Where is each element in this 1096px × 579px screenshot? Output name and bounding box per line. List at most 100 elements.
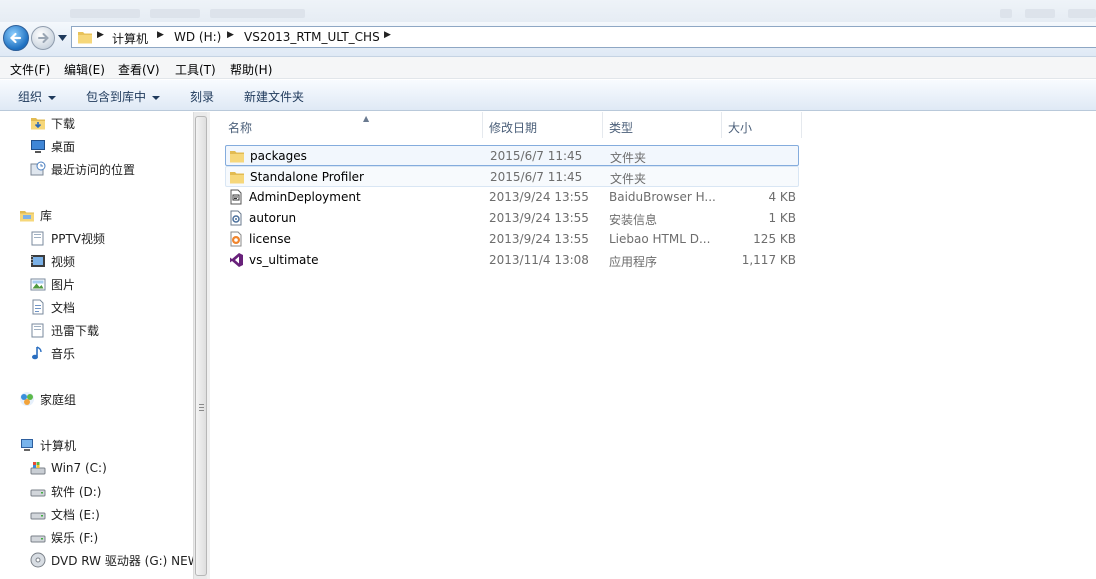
file-row-packages[interactable]: packages 2015/6/7 11:45 文件夹 bbox=[225, 145, 799, 166]
downloads-folder-icon bbox=[31, 118, 45, 130]
nav-item-videos[interactable]: 视频 bbox=[30, 251, 75, 271]
back-arrow-icon bbox=[9, 32, 22, 44]
forward-button[interactable] bbox=[31, 26, 55, 50]
nav-item-label: 视频 bbox=[51, 254, 76, 269]
nav-item-thunder-downloads[interactable]: 迅雷下载 bbox=[30, 320, 99, 340]
breadcrumb-drive[interactable]: WD (H:) bbox=[174, 30, 221, 44]
file-size: 125 KB bbox=[753, 232, 796, 246]
nav-item-computer[interactable]: 计算机 bbox=[19, 435, 76, 455]
include-in-library-button[interactable]: 包含到库中 bbox=[86, 88, 161, 105]
desktop-icon bbox=[31, 140, 45, 153]
file-modified: 2013/9/24 13:55 bbox=[489, 190, 589, 204]
column-header-size[interactable]: 大小 bbox=[722, 112, 802, 138]
blurred-tab bbox=[1068, 9, 1096, 18]
file-row-standalone-profiler[interactable]: Standalone Profiler 2015/6/7 11:45 文件夹 bbox=[225, 166, 799, 187]
chevron-down-icon bbox=[152, 95, 161, 100]
nav-item-label: 软件 (D:) bbox=[51, 484, 102, 499]
menu-view[interactable]: 查看(V) bbox=[118, 61, 160, 78]
menu-bar: 文件(F) 编辑(E) 查看(V) 工具(T) 帮助(H) bbox=[0, 57, 1096, 79]
nav-item-label: 文档 (E:) bbox=[51, 507, 100, 522]
organize-button[interactable]: 组织 bbox=[18, 88, 57, 105]
nav-item-label: 下载 bbox=[51, 116, 76, 131]
command-toolbar: 组织 包含到库中 刻录 新建文件夹 bbox=[0, 80, 1096, 111]
new-folder-button[interactable]: 新建文件夹 bbox=[244, 88, 304, 105]
navigation-scrollbar[interactable] bbox=[193, 112, 207, 579]
breadcrumb-separator-icon[interactable]: ▶ bbox=[97, 30, 104, 40]
file-modified: 2013/9/24 13:55 bbox=[489, 211, 589, 225]
nav-item-label: 文档 bbox=[51, 300, 76, 315]
setup-info-file-icon bbox=[230, 210, 242, 226]
grip-icon bbox=[199, 404, 204, 413]
nav-item-pptv[interactable]: PPTV视频 bbox=[30, 228, 105, 248]
pictures-library-icon bbox=[30, 278, 46, 291]
nav-item-label: 桌面 bbox=[51, 139, 76, 154]
column-header-type[interactable]: 类型 bbox=[603, 112, 722, 138]
file-row-license[interactable]: license 2013/9/24 13:55 Liebao HTML D...… bbox=[225, 229, 799, 250]
column-header-modified[interactable]: 修改日期 bbox=[483, 112, 603, 138]
file-modified: 2013/11/4 13:08 bbox=[489, 253, 589, 267]
documents-library-icon bbox=[32, 299, 44, 315]
recent-pages-dropdown[interactable] bbox=[58, 35, 67, 41]
blurred-tab bbox=[210, 9, 305, 18]
video-library-icon bbox=[31, 255, 45, 267]
file-row-admindeployment[interactable]: AdminDeployment 2013/9/24 13:55 BaiduBro… bbox=[225, 187, 799, 208]
file-type: 文件夹 bbox=[610, 151, 647, 165]
breadcrumb-separator-icon[interactable]: ▶ bbox=[157, 30, 164, 40]
nav-item-desktop[interactable]: 桌面 bbox=[30, 136, 75, 156]
back-button[interactable] bbox=[3, 25, 29, 51]
nav-item-drive-c[interactable]: Win7 (C:) bbox=[30, 458, 107, 478]
column-header-name[interactable]: ▲ 名称 bbox=[225, 112, 483, 138]
menu-tools[interactable]: 工具(T) bbox=[175, 61, 216, 78]
file-type: Liebao HTML D... bbox=[609, 232, 711, 246]
file-name: Standalone Profiler bbox=[250, 170, 364, 184]
blurred-tab bbox=[1025, 9, 1055, 18]
nav-item-label: Win7 (C:) bbox=[51, 461, 107, 475]
nav-item-pictures[interactable]: 图片 bbox=[30, 274, 75, 294]
html-file-icon bbox=[230, 231, 242, 247]
blurred-tab bbox=[1000, 9, 1012, 18]
blurred-tab bbox=[70, 9, 140, 18]
scrollbar-thumb[interactable] bbox=[195, 116, 207, 576]
breadcrumb-folder[interactable]: VS2013_RTM_ULT_CHS bbox=[244, 30, 380, 44]
file-type: 文件夹 bbox=[610, 172, 647, 186]
file-type: 安装信息 bbox=[609, 213, 658, 227]
file-type: 应用程序 bbox=[609, 255, 658, 269]
nav-item-label: DVD RW 驱动器 (G:) NEW bbox=[51, 553, 193, 568]
nav-item-dvd-drive[interactable]: DVD RW 驱动器 (G:) NEW bbox=[30, 550, 193, 570]
breadcrumb-separator-icon[interactable]: ▶ bbox=[227, 30, 234, 40]
file-name: license bbox=[249, 232, 291, 246]
nav-item-libraries[interactable]: 库 bbox=[19, 205, 52, 225]
file-size: 1 KB bbox=[768, 211, 796, 225]
nav-item-recent-places[interactable]: 最近访问的位置 bbox=[30, 159, 135, 179]
file-type: BaiduBrowser H... bbox=[609, 190, 716, 204]
sort-ascending-icon: ▲ bbox=[363, 114, 370, 123]
nav-item-homegroup[interactable]: 家庭组 bbox=[19, 389, 76, 409]
nav-item-music[interactable]: 音乐 bbox=[30, 343, 75, 363]
nav-item-downloads[interactable]: 下载 bbox=[30, 113, 75, 133]
nav-item-label: 计算机 bbox=[40, 438, 77, 453]
menu-file[interactable]: 文件(F) bbox=[10, 61, 50, 78]
file-name: vs_ultimate bbox=[249, 253, 319, 267]
file-name: autorun bbox=[249, 211, 297, 225]
burn-button[interactable]: 刻录 bbox=[190, 88, 214, 105]
address-bar[interactable]: ▶ 计算机 ▶ WD (H:) ▶ VS2013_RTM_ULT_CHS ▶ bbox=[71, 26, 1096, 48]
nav-item-documents[interactable]: 文档 bbox=[30, 297, 75, 317]
menu-help[interactable]: 帮助(H) bbox=[230, 61, 272, 78]
file-size: 4 KB bbox=[768, 190, 796, 204]
menu-edit[interactable]: 编辑(E) bbox=[64, 61, 105, 78]
nav-item-drive-d[interactable]: 软件 (D:) bbox=[30, 481, 101, 501]
file-row-autorun[interactable]: autorun 2013/9/24 13:55 安装信息 1 KB bbox=[225, 208, 799, 229]
blurred-tab bbox=[150, 9, 200, 18]
file-row-vs-ultimate[interactable]: vs_ultimate 2013/11/4 13:08 应用程序 1,117 K… bbox=[225, 250, 799, 271]
file-modified: 2015/6/7 11:45 bbox=[490, 149, 583, 163]
nav-item-drive-f[interactable]: 娱乐 (F:) bbox=[30, 527, 98, 547]
nav-item-label: 库 bbox=[40, 208, 53, 223]
organize-label: 组织 bbox=[18, 90, 43, 104]
breadcrumb-separator-icon[interactable]: ▶ bbox=[384, 30, 391, 40]
file-list: ▲ 名称 修改日期 类型 大小 packages 2015/6/7 11:45 … bbox=[210, 112, 1096, 579]
library-icon bbox=[31, 323, 44, 338]
nav-item-drive-e[interactable]: 文档 (E:) bbox=[30, 504, 100, 524]
breadcrumb-computer[interactable]: 计算机 bbox=[112, 30, 148, 47]
music-library-icon bbox=[32, 346, 42, 360]
dvd-drive-icon bbox=[30, 552, 46, 568]
